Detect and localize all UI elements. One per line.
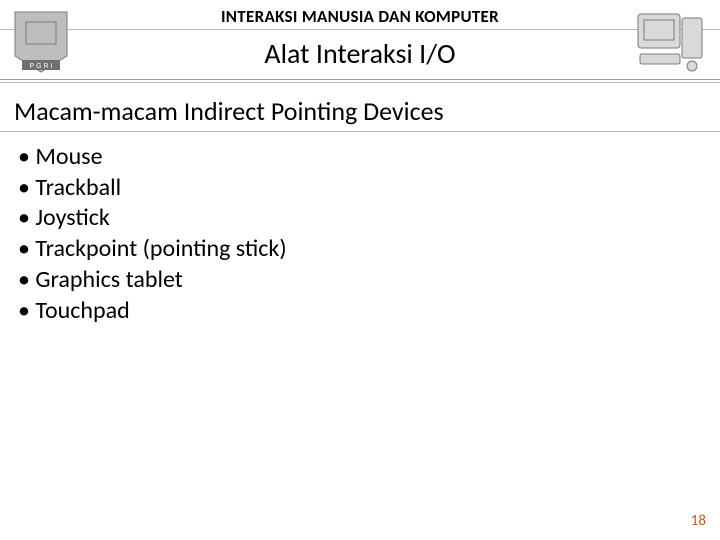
bullet-list: Mouse Trackball Joystick Trackpoint (poi…	[0, 132, 720, 336]
list-item: Joystick	[18, 203, 702, 234]
list-item: Mouse	[18, 142, 702, 173]
header: P G R I INTERAKSI MANUSIA DAN KOMPUTER A…	[0, 0, 720, 80]
course-title: INTERAKSI MANUSIA DAN KOMPUTER	[0, 0, 720, 30]
slide-subtitle: Alat Interaksi I/O	[0, 30, 720, 79]
svg-text:P G R I: P G R I	[30, 63, 53, 70]
computer-sketch-icon	[632, 6, 710, 76]
list-item: Trackball	[18, 173, 702, 204]
section-heading: Macam-macam Indirect Pointing Devices	[0, 83, 720, 132]
list-item: Trackpoint (pointing stick)	[18, 234, 702, 265]
list-item: Graphics tablet	[18, 265, 702, 296]
page-number: 18	[691, 512, 706, 530]
pgri-logo-icon: P G R I	[10, 6, 72, 76]
slide: P G R I INTERAKSI MANUSIA DAN KOMPUTER A…	[0, 0, 720, 540]
list-item: Touchpad	[18, 296, 702, 327]
